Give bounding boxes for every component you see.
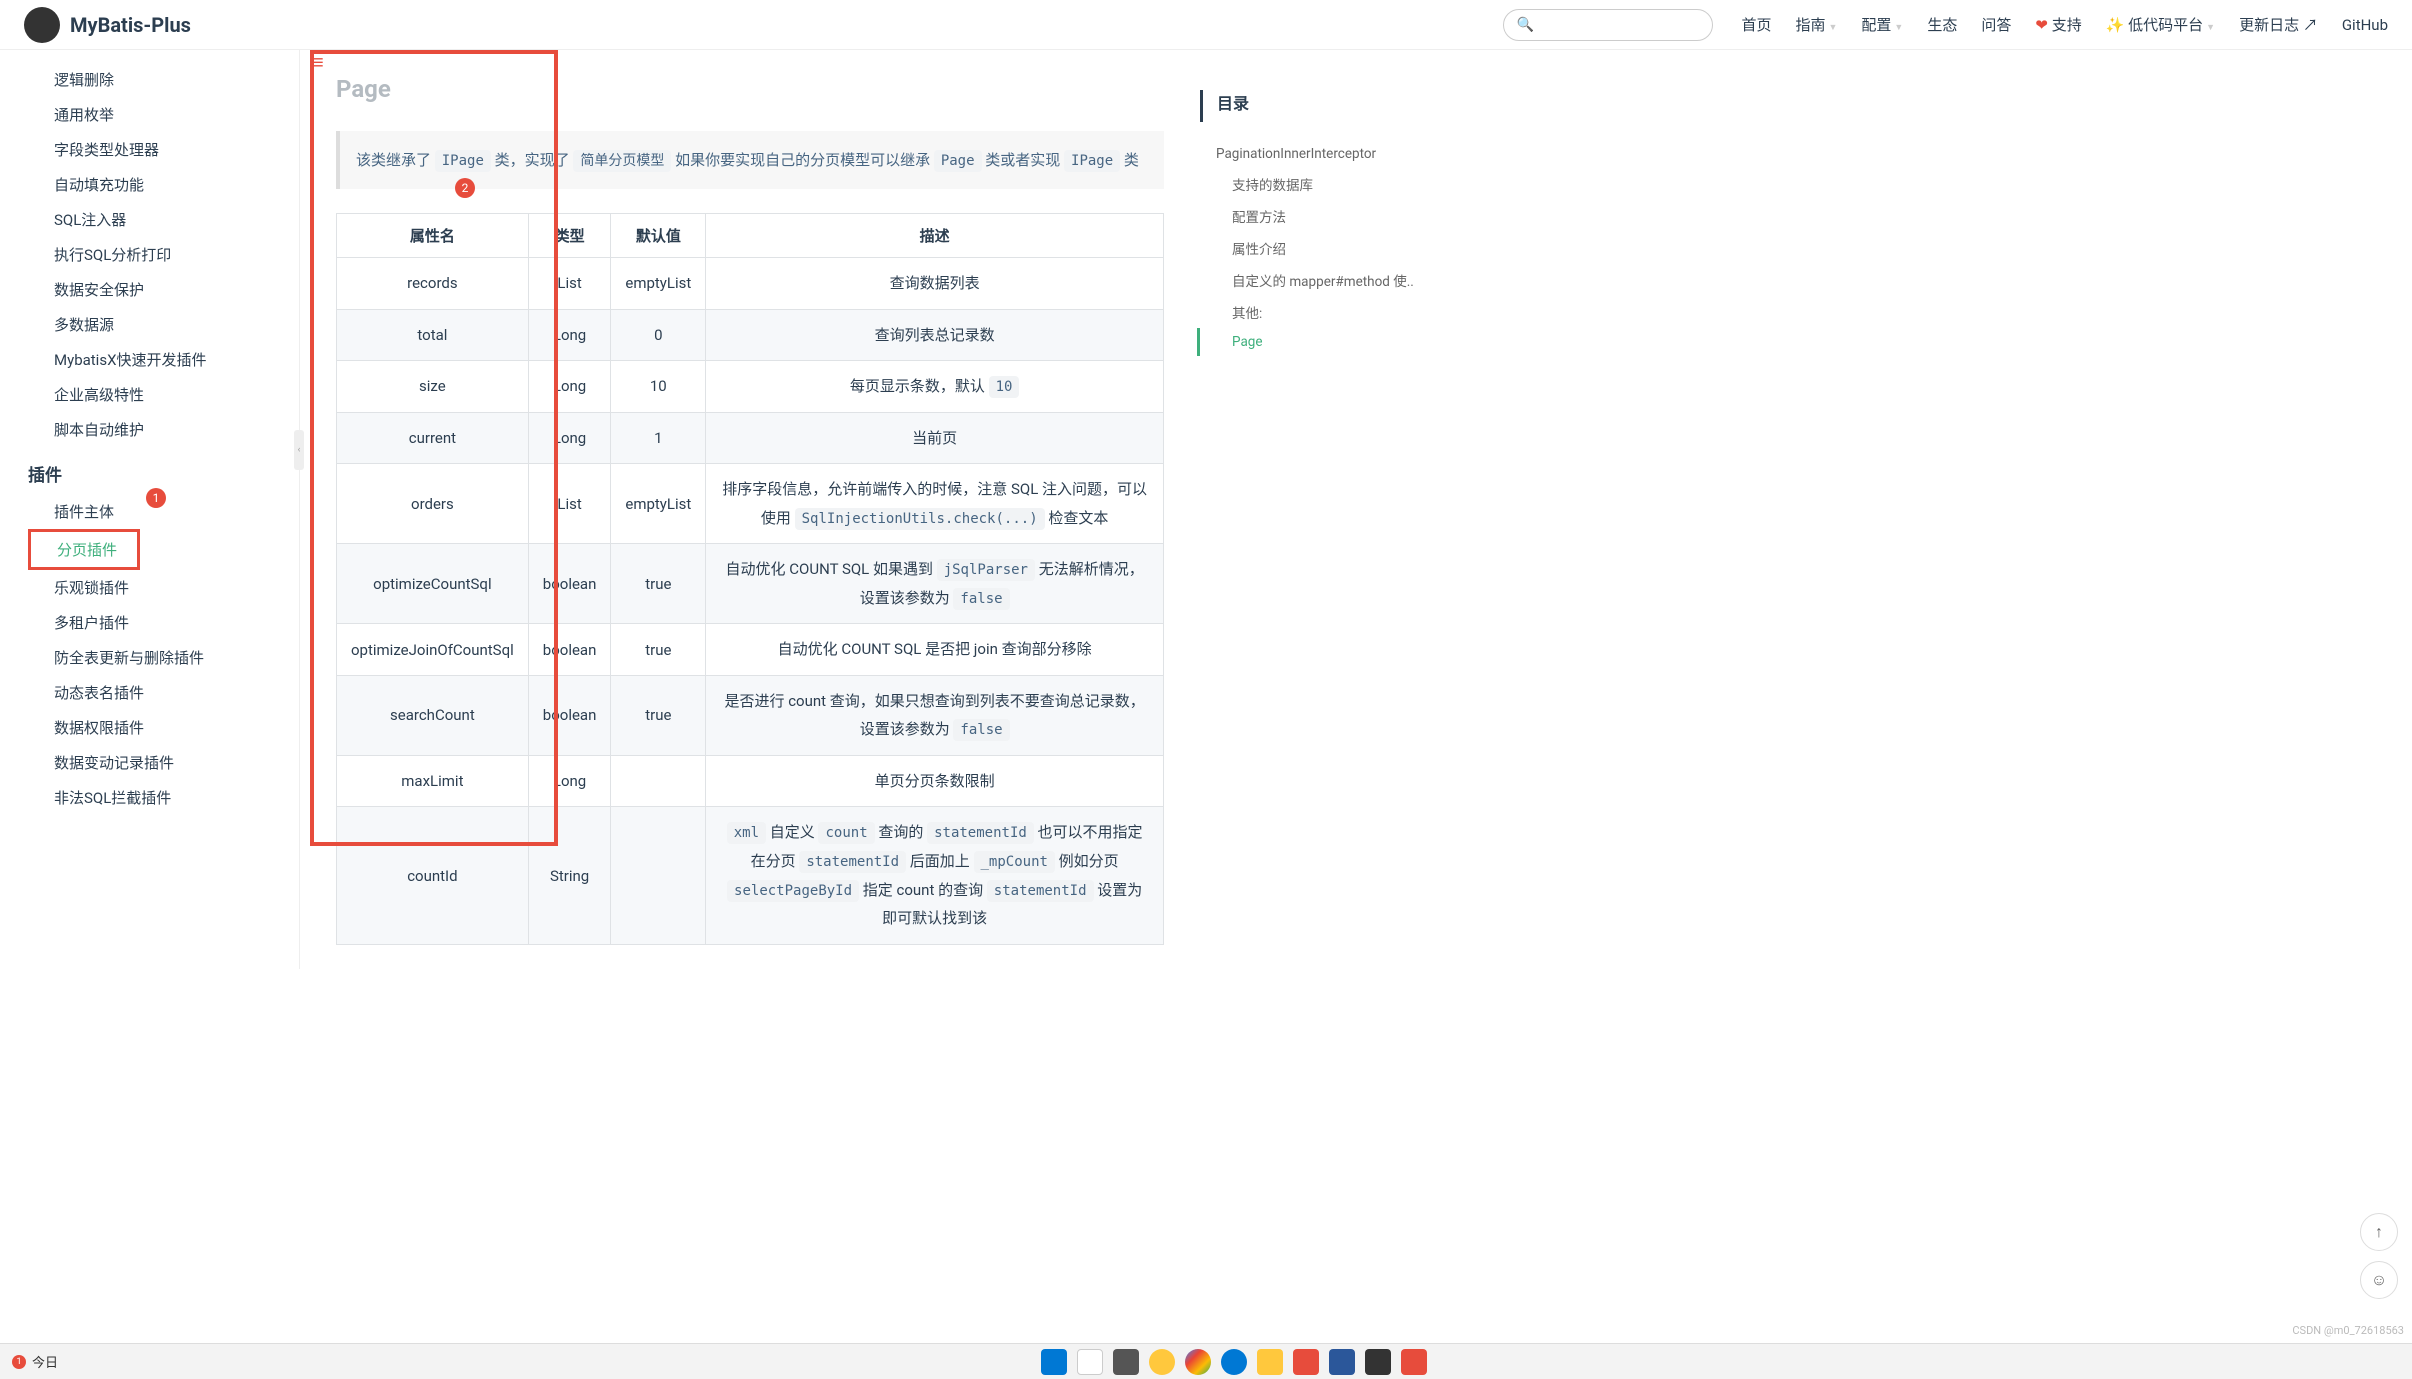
toc-toggle-icon[interactable]: ≡ bbox=[312, 50, 324, 75]
toc-item[interactable]: PaginationInnerInterceptor bbox=[1200, 140, 1418, 168]
search-input[interactable]: 🔍 bbox=[1503, 9, 1713, 41]
sidebar-item[interactable]: 企业高级特性 bbox=[44, 377, 275, 412]
th-desc: 描述 bbox=[706, 214, 1164, 258]
toc: 目录 PaginationInnerInterceptor支持的数据库配置方法属… bbox=[1200, 50, 1430, 969]
th-name: 属性名 bbox=[337, 214, 529, 258]
chrome-icon[interactable] bbox=[1185, 1349, 1211, 1375]
properties-table: 属性名 类型 默认值 描述 recordsListemptyList查询数据列表… bbox=[336, 213, 1164, 945]
table-row: optimizeJoinOfCountSqlbooleantrue自动优化 CO… bbox=[337, 624, 1164, 676]
sidebar: 逻辑删除 通用枚举 字段类型处理器 自动填充功能 SQL注入器 执行SQL分析打… bbox=[0, 50, 300, 969]
collapse-handle[interactable]: ‹ bbox=[294, 430, 304, 470]
taskbar-left[interactable]: 1 今日 bbox=[12, 1352, 58, 1371]
sidebar-item[interactable]: 逻辑删除 bbox=[44, 62, 275, 97]
logo-icon bbox=[24, 7, 60, 43]
windows-icon[interactable] bbox=[1041, 1349, 1067, 1375]
sidebar-item-active[interactable]: 分页插件 bbox=[39, 534, 135, 565]
sidebar-item[interactable]: SQL注入器 bbox=[44, 202, 275, 237]
explorer-icon[interactable] bbox=[1149, 1349, 1175, 1375]
float-buttons: ↑ ☺ bbox=[2360, 1213, 2398, 1299]
nav-guide[interactable]: 指南▼ bbox=[1795, 14, 1837, 35]
nav-github[interactable]: GitHub bbox=[2342, 16, 2388, 34]
chevron-down-icon: ▼ bbox=[2206, 23, 2215, 33]
logo-area[interactable]: MyBatis-Plus bbox=[24, 7, 191, 43]
sidebar-item[interactable]: 数据变动记录插件 bbox=[44, 745, 275, 780]
chevron-down-icon: ▼ bbox=[1894, 23, 1903, 33]
annotation-badge-1: 1 bbox=[146, 488, 166, 508]
code-inline: Page bbox=[934, 150, 982, 172]
app-icon[interactable] bbox=[1293, 1349, 1319, 1375]
sidebar-item[interactable]: 数据安全保护 bbox=[44, 272, 275, 307]
logo-text: MyBatis-Plus bbox=[70, 13, 191, 37]
nav-support[interactable]: ❤ 支持 bbox=[2035, 14, 2081, 35]
table-row: searchCountbooleantrue是否进行 count 查询，如果只想… bbox=[337, 675, 1164, 755]
edge-icon[interactable] bbox=[1221, 1349, 1247, 1375]
table-row: currentLong1当前页 bbox=[337, 412, 1164, 464]
table-row: sizeLong10每页显示条数，默认 10 bbox=[337, 361, 1164, 413]
sidebar-item[interactable]: 通用枚举 bbox=[44, 97, 275, 132]
sidebar-heading: 插件 bbox=[28, 447, 275, 494]
table-row: maxLimitLong单页分页条数限制 bbox=[337, 755, 1164, 807]
code-inline: IPage bbox=[1064, 150, 1120, 172]
sidebar-item[interactable]: 脚本自动维护 bbox=[44, 412, 275, 447]
th-default: 默认值 bbox=[611, 214, 706, 258]
nav-config[interactable]: 配置▼ bbox=[1861, 14, 1903, 35]
nav-eco[interactable]: 生态 bbox=[1927, 14, 1957, 35]
main-content: ≡ 2 ‹ Page 该类继承了 IPage 类，实现了 简单分页模型 如果你要… bbox=[300, 50, 1200, 969]
toc-item[interactable]: 其他: bbox=[1200, 296, 1418, 328]
app-icon[interactable] bbox=[1329, 1349, 1355, 1375]
app-icon[interactable] bbox=[1401, 1349, 1427, 1375]
toc-title: 目录 bbox=[1200, 90, 1418, 122]
sidebar-item[interactable]: 多租户插件 bbox=[44, 605, 275, 640]
app-icon[interactable] bbox=[1365, 1349, 1391, 1375]
chat-button[interactable]: ☺ bbox=[2360, 1261, 2398, 1299]
table-row: ordersListemptyList排序字段信息，允许前端传入的时候，注意 S… bbox=[337, 464, 1164, 544]
code-inline: IPage bbox=[435, 150, 491, 172]
notification-badge: 1 bbox=[12, 1355, 26, 1369]
sidebar-item[interactable]: MybatisX快速开发插件 bbox=[44, 342, 275, 377]
sidebar-item[interactable]: 多数据源 bbox=[44, 307, 275, 342]
top-nav: 首页 指南▼ 配置▼ 生态 问答 ❤ 支持 ✨ 低代码平台▼ 更新日志 ↗ Gi… bbox=[1741, 14, 2388, 35]
scroll-top-button[interactable]: ↑ bbox=[2360, 1213, 2398, 1251]
table-row: totalLong0查询列表总记录数 bbox=[337, 309, 1164, 361]
table-row: optimizeCountSqlbooleantrue自动优化 COUNT SQ… bbox=[337, 544, 1164, 624]
sidebar-item[interactable]: 非法SQL拦截插件 bbox=[44, 780, 275, 815]
sidebar-item[interactable]: 字段类型处理器 bbox=[44, 132, 275, 167]
taskview-icon[interactable] bbox=[1113, 1349, 1139, 1375]
toc-item[interactable]: Page bbox=[1197, 328, 1418, 356]
toc-item[interactable]: 自定义的 mapper#method 使.. bbox=[1200, 264, 1418, 296]
annotation-badge-2: 2 bbox=[455, 178, 475, 198]
nav-home[interactable]: 首页 bbox=[1741, 14, 1771, 35]
taskbar: 1 今日 bbox=[0, 1343, 2412, 1379]
search-icon: 🔍 bbox=[1516, 17, 1533, 33]
table-row: countIdStringxml 自定义 count 查询的 statement… bbox=[337, 807, 1164, 944]
page-title: Page bbox=[336, 75, 1164, 103]
sidebar-item[interactable]: 执行SQL分析打印 bbox=[44, 237, 275, 272]
sidebar-item[interactable]: 数据权限插件 bbox=[44, 710, 275, 745]
header: MyBatis-Plus 🔍 首页 指南▼ 配置▼ 生态 问答 ❤ 支持 ✨ 低… bbox=[0, 0, 2412, 50]
heart-icon: ❤ bbox=[2035, 16, 2048, 34]
toc-item[interactable]: 配置方法 bbox=[1200, 200, 1418, 232]
chevron-down-icon: ▼ bbox=[1828, 23, 1837, 33]
sidebar-item[interactable]: 乐观锁插件 bbox=[44, 570, 275, 605]
nav-changelog[interactable]: 更新日志 ↗ bbox=[2239, 14, 2318, 35]
sparkle-icon: ✨ bbox=[2106, 16, 2125, 34]
sidebar-item[interactable]: 防全表更新与删除插件 bbox=[44, 640, 275, 675]
toc-item[interactable]: 支持的数据库 bbox=[1200, 168, 1418, 200]
sidebar-item[interactable]: 动态表名插件 bbox=[44, 675, 275, 710]
table-row: recordsListemptyList查询数据列表 bbox=[337, 258, 1164, 310]
sidebar-item[interactable]: 自动填充功能 bbox=[44, 167, 275, 202]
external-link-icon: ↗ bbox=[2303, 16, 2318, 34]
code-inline: 简单分页模型 bbox=[573, 150, 671, 172]
search-taskbar-icon[interactable] bbox=[1077, 1349, 1103, 1375]
nav-qa[interactable]: 问答 bbox=[1981, 14, 2011, 35]
nav-lowcode[interactable]: ✨ 低代码平台▼ bbox=[2106, 14, 2215, 35]
folder-icon[interactable] bbox=[1257, 1349, 1283, 1375]
watermark: CSDN @m0_72618563 bbox=[2292, 1324, 2404, 1337]
annotation-box: 分页插件 bbox=[28, 529, 140, 570]
toc-item[interactable]: 属性介绍 bbox=[1200, 232, 1418, 264]
th-type: 类型 bbox=[528, 214, 611, 258]
